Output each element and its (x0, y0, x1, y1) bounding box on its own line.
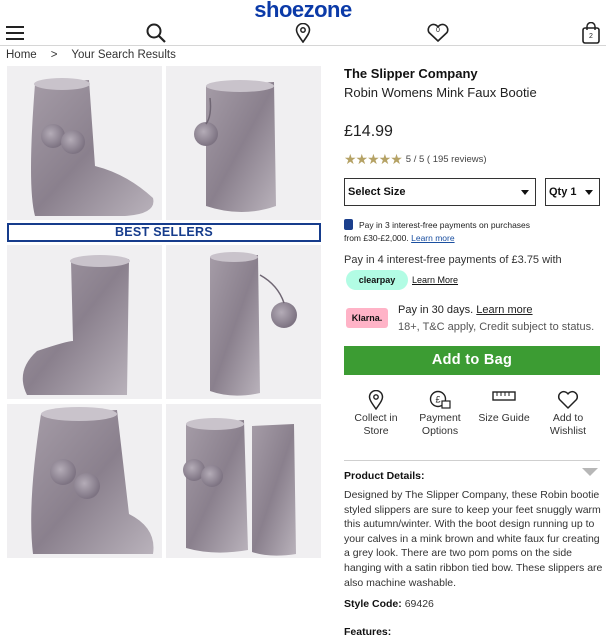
collect-in-store-label-2: Store (363, 425, 389, 437)
style-code-label: Style Code: (344, 598, 402, 610)
rating-stars-icon: ★★★★★ (344, 151, 403, 167)
section-divider (344, 460, 600, 461)
style-code-value: 69426 (404, 598, 434, 610)
add-to-wishlist-label-2: Wishlist (549, 425, 587, 437)
chevron-down-icon (521, 190, 529, 195)
quantity-select[interactable]: Qty 1 (545, 178, 600, 206)
size-select[interactable]: Select Size (344, 178, 536, 206)
product-image-3[interactable] (7, 245, 162, 399)
map-pin-icon (344, 390, 408, 412)
clearpay-logo: clearpay (346, 270, 408, 290)
product-details-text: Designed by The Slipper Company, these R… (344, 489, 603, 589)
paypal-icon (344, 219, 353, 230)
collect-in-store-label-1: Collect in (354, 412, 398, 424)
paypal-learn-more-link[interactable]: Learn more (411, 233, 454, 243)
wishlist-heart-icon[interactable]: 0 (425, 20, 451, 46)
product-image-1[interactable] (7, 66, 162, 220)
product-actions: Collect in Store £ Payment Options Size … (344, 390, 602, 450)
ruler-icon (472, 390, 536, 412)
breadcrumb: Home > Your Search Results (6, 49, 176, 61)
shopping-bag-icon[interactable]: 2 (578, 20, 604, 46)
bag-count: 2 (589, 33, 593, 40)
product-name: Robin Womens Mink Faux Bootie (344, 85, 537, 100)
product-image-6[interactable] (166, 404, 321, 558)
site-header: shoezone 0 2 (0, 0, 606, 46)
collapse-toggle-icon[interactable] (582, 468, 598, 476)
svg-text:£: £ (435, 395, 440, 405)
payment-options-button[interactable]: £ Payment Options (408, 390, 472, 438)
best-sellers-banner: BEST SELLERS (7, 223, 321, 242)
chevron-down-icon (585, 190, 593, 195)
product-image-4[interactable] (166, 245, 321, 399)
klarna-logo: Klarna. (346, 308, 388, 328)
breadcrumb-separator: > (50, 49, 58, 61)
heart-icon (536, 390, 600, 412)
size-select-value: Select Size (348, 186, 406, 198)
klarna-message: Pay in 30 days. Learn more (398, 304, 533, 316)
breadcrumb-home[interactable]: Home (6, 49, 37, 61)
payment-options-icon: £ (408, 390, 472, 412)
add-to-bag-button[interactable]: Add to Bag (344, 346, 600, 375)
klarna-line1: Pay in 30 days. (398, 304, 474, 316)
menu-icon[interactable] (2, 20, 28, 46)
product-rating[interactable]: ★★★★★ 5 / 5 ( 195 reviews) (344, 151, 487, 168)
payment-options-label-1: Payment (419, 412, 461, 424)
product-details-title[interactable]: Product Details: (344, 470, 425, 482)
payment-options-label-2: Options (421, 425, 459, 437)
klarna-learn-more-link[interactable]: Learn more (476, 304, 532, 316)
product-brand: The Slipper Company (344, 66, 478, 81)
product-image-5[interactable] (7, 404, 162, 558)
style-code: Style Code: 69426 (344, 598, 434, 610)
add-to-wishlist-button[interactable]: Add to Wishlist (536, 390, 600, 438)
size-guide-button[interactable]: Size Guide (472, 390, 536, 425)
clearpay-message: Pay in 4 interest-free payments of £3.75… (344, 254, 562, 266)
breadcrumb-current[interactable]: Your Search Results (71, 49, 175, 61)
paypal-message: Pay in 3 interest-free payments on purch… (344, 219, 602, 245)
clearpay-learn-more-link[interactable]: Learn More (412, 275, 458, 285)
store-locator-icon[interactable] (290, 20, 316, 46)
wishlist-count: 0 (436, 27, 440, 34)
product-price: £14.99 (344, 123, 393, 140)
paypal-line1: Pay in 3 interest-free payments on purch… (359, 220, 531, 230)
klarna-terms: 18+, T&C apply, Credit subject to status… (398, 321, 595, 333)
product-image-2[interactable] (166, 66, 321, 220)
paypal-line2: from £30-£2,000. (344, 233, 409, 243)
quantity-select-value: Qty 1 (549, 186, 577, 198)
rating-text: 5 / 5 ( 195 reviews) (405, 154, 487, 165)
features-title: Features: (344, 626, 392, 638)
size-guide-label: Size Guide (478, 412, 530, 424)
collect-in-store-button[interactable]: Collect in Store (344, 390, 408, 438)
add-to-wishlist-label-1: Add to (552, 412, 584, 424)
search-icon[interactable] (143, 20, 169, 46)
